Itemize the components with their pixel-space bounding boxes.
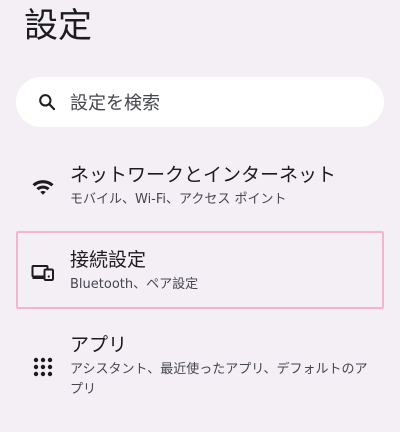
settings-item-title: アプリ [70,332,376,358]
settings-item-summary: モバイル、Wi-Fi、アクセス ポイント [70,190,376,210]
settings-item-title: ネットワークとインターネット [70,162,376,188]
search-bar[interactable]: 設定を検索 [16,77,384,127]
settings-item-summary: Bluetooth、ペア設定 [70,275,374,295]
wifi-icon [30,174,56,200]
settings-item-connected-devices[interactable]: 接続設定 Bluetooth、ペア設定 [16,231,384,309]
page-title: 設定 [24,4,92,48]
search-icon [36,91,58,113]
settings-item-summary: アシスタント、最近使ったアプリ、デフォルトのアプリ [70,360,376,400]
settings-item-title: 接続設定 [70,247,374,273]
search-placeholder: 設定を検索 [70,89,160,115]
settings-item-apps[interactable]: アプリ アシスタント、最近使ったアプリ、デフォルトのアプリ [16,322,384,414]
apps-grid-icon [30,354,56,380]
connected-devices-icon [30,259,56,285]
settings-item-network[interactable]: ネットワークとインターネット モバイル、Wi-Fi、アクセス ポイント [16,152,384,224]
